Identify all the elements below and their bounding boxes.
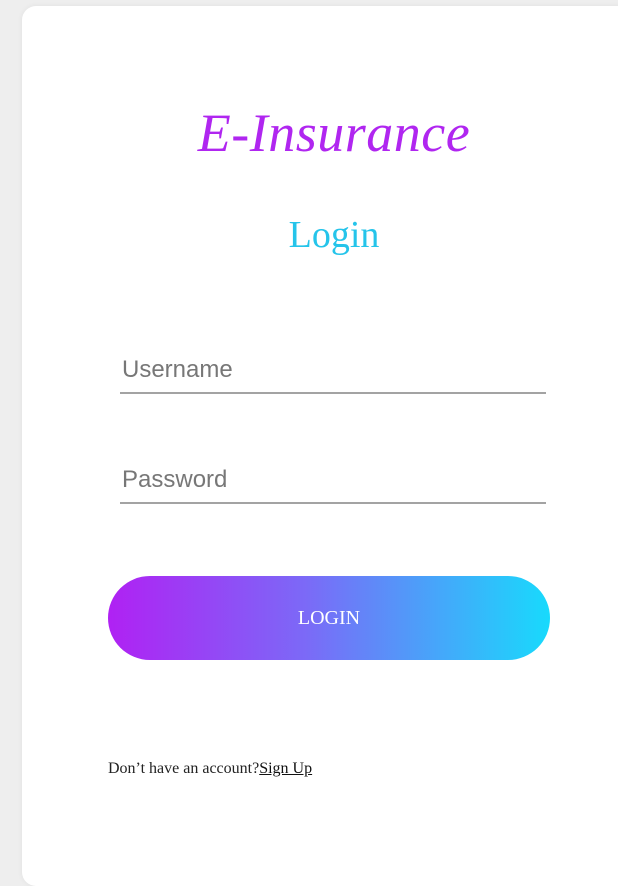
password-field (120, 458, 546, 504)
signup-prompt: Don’t have an account?Sign Up (108, 760, 312, 778)
signup-link[interactable]: Sign Up (259, 760, 312, 777)
username-input[interactable] (120, 356, 546, 384)
login-card: E-Insurance Login LOGIN Don’t have an ac… (22, 6, 618, 886)
signup-prompt-text: Don’t have an account? (108, 760, 260, 777)
password-input[interactable] (120, 466, 546, 494)
login-button[interactable]: LOGIN (108, 576, 550, 660)
username-field (120, 348, 546, 394)
page-title: Login (288, 214, 380, 256)
brand-title: E-Insurance (197, 103, 471, 163)
